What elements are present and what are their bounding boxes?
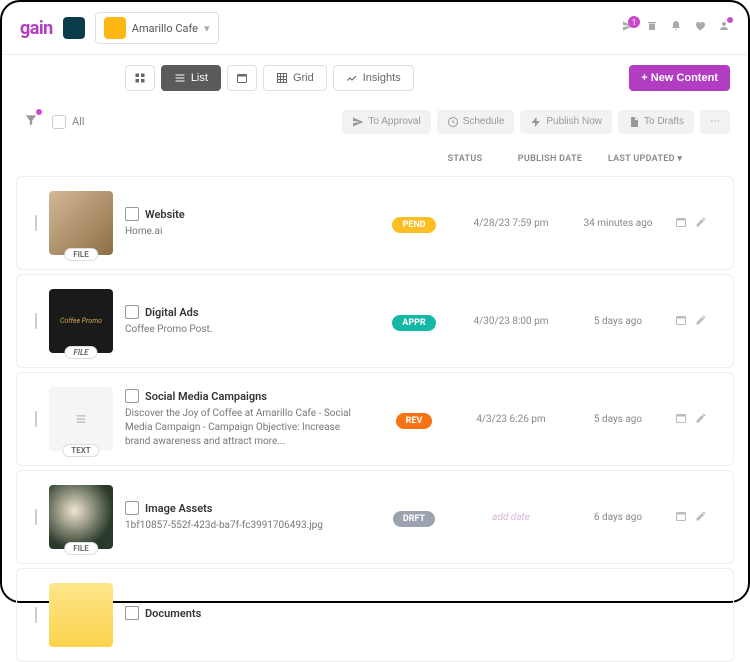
item-title: Discover the Joy of Coffee at Amarillo C… bbox=[125, 407, 367, 449]
filter-actions-row: All To Approval Schedule Publish Now To … bbox=[2, 101, 748, 146]
item-category: Social Media Campaigns bbox=[125, 389, 367, 403]
thumbnail[interactable]: ≡ TEXT bbox=[49, 387, 113, 451]
item-main: Image Assets 1bf10857-552f-423d-ba7f-fc3… bbox=[125, 501, 367, 533]
item-category: Image Assets bbox=[125, 501, 367, 515]
calendar-icon[interactable] bbox=[675, 216, 687, 231]
row-checkbox[interactable] bbox=[35, 608, 37, 622]
bell-icon[interactable] bbox=[670, 20, 682, 36]
item-main: Documents bbox=[125, 606, 715, 624]
thumb-type-tag: TEXT bbox=[62, 444, 99, 457]
chevron-down-icon: ▾ bbox=[204, 22, 210, 35]
last-updated: 5 days ago bbox=[573, 414, 663, 425]
item-main: Website Home.ai bbox=[125, 207, 367, 239]
view-list-button[interactable]: List bbox=[161, 65, 221, 91]
item-category: Digital Ads bbox=[125, 305, 367, 319]
view-toolbar: List Grid Insights + New Content bbox=[2, 55, 748, 101]
item-category: Documents bbox=[125, 606, 715, 620]
thumbnail[interactable]: Coffee Promo FILE bbox=[49, 289, 113, 353]
to-approval-button[interactable]: To Approval bbox=[342, 110, 430, 134]
row-checkbox[interactable] bbox=[35, 412, 37, 426]
thumbnail[interactable]: FILE bbox=[49, 191, 113, 255]
workspace-icon[interactable] bbox=[63, 17, 85, 39]
category-icon bbox=[125, 501, 139, 515]
thumb-type-tag: FILE bbox=[64, 542, 98, 555]
thumb-type-tag: FILE bbox=[64, 248, 98, 261]
row-checkbox[interactable] bbox=[35, 314, 37, 328]
item-category: Website bbox=[125, 207, 367, 221]
content-row[interactable]: Coffee Promo FILE Digital Ads Coffee Pro… bbox=[16, 274, 734, 368]
status-badge: PEND bbox=[392, 217, 435, 233]
category-icon bbox=[125, 606, 139, 620]
content-row[interactable]: FILE Website Home.ai PEND 4/28/23 7:59 p… bbox=[16, 176, 734, 270]
send-icon[interactable]: 1 bbox=[622, 20, 634, 36]
status-badge: REV bbox=[396, 413, 433, 429]
publish-now-button[interactable]: Publish Now bbox=[520, 110, 612, 134]
item-title: Coffee Promo Post. bbox=[125, 323, 367, 337]
table-header: STATUS PUBLISH DATE LAST UPDATED ▾ bbox=[2, 146, 748, 172]
select-all[interactable]: All bbox=[52, 115, 85, 129]
category-icon bbox=[125, 389, 139, 403]
col-publish-date: PUBLISH DATE bbox=[500, 154, 600, 164]
row-checkbox[interactable] bbox=[35, 510, 37, 524]
view-insights-button[interactable]: Insights bbox=[333, 65, 414, 91]
view-grid-button[interactable]: Grid bbox=[263, 65, 327, 91]
publish-date[interactable]: add date bbox=[461, 512, 561, 523]
thumbnail[interactable]: FILE bbox=[49, 485, 113, 549]
last-updated: 6 days ago bbox=[573, 512, 663, 523]
thumbnail[interactable] bbox=[49, 583, 113, 647]
content-row[interactable]: Documents bbox=[16, 568, 734, 662]
calendar-icon[interactable] bbox=[675, 510, 687, 525]
edit-icon[interactable] bbox=[695, 314, 707, 329]
brand-icon bbox=[104, 17, 126, 39]
col-last-updated[interactable]: LAST UPDATED ▾ bbox=[600, 154, 690, 164]
top-header: gain Amarillo Cafe ▾ 1 bbox=[2, 2, 748, 55]
filter-icon[interactable] bbox=[20, 109, 42, 134]
item-title: Home.ai bbox=[125, 225, 367, 239]
publish-date: 4/30/23 8:00 pm bbox=[461, 316, 561, 327]
calendar-icon[interactable] bbox=[675, 412, 687, 427]
status-badge: APPR bbox=[392, 315, 435, 331]
header-actions: 1 bbox=[622, 20, 730, 36]
more-button[interactable]: ⋯ bbox=[700, 110, 730, 134]
items-list: FILE Website Home.ai PEND 4/28/23 7:59 p… bbox=[2, 176, 748, 662]
publish-date: 4/28/23 7:59 pm bbox=[461, 218, 561, 229]
edit-icon[interactable] bbox=[695, 412, 707, 427]
publish-date: 4/3/23 6:26 pm bbox=[461, 414, 561, 425]
view-calendar-button[interactable] bbox=[227, 65, 257, 91]
status-badge: DRFT bbox=[393, 511, 435, 527]
category-icon bbox=[125, 207, 139, 221]
item-main: Digital Ads Coffee Promo Post. bbox=[125, 305, 367, 337]
user-icon[interactable] bbox=[718, 20, 730, 36]
content-row[interactable]: ≡ TEXT Social Media Campaigns Discover t… bbox=[16, 372, 734, 466]
to-drafts-button[interactable]: To Drafts bbox=[618, 110, 694, 134]
row-checkbox[interactable] bbox=[35, 216, 37, 230]
edit-icon[interactable] bbox=[695, 216, 707, 231]
brand-dropdown[interactable]: Amarillo Cafe ▾ bbox=[95, 12, 219, 44]
send-badge: 1 bbox=[628, 16, 640, 28]
item-title: 1bf10857-552f-423d-ba7f-fc3991706493.jpg bbox=[125, 519, 367, 533]
col-status: STATUS bbox=[430, 154, 500, 164]
schedule-button[interactable]: Schedule bbox=[437, 110, 515, 134]
edit-icon[interactable] bbox=[695, 510, 707, 525]
last-updated: 5 days ago bbox=[573, 316, 663, 327]
thumb-type-tag: FILE bbox=[64, 346, 97, 359]
view-thumb-button[interactable] bbox=[125, 65, 155, 91]
brand-name: Amarillo Cafe bbox=[132, 22, 198, 35]
new-content-button[interactable]: + New Content bbox=[629, 65, 730, 91]
heart-icon[interactable] bbox=[694, 20, 706, 36]
last-updated: 34 minutes ago bbox=[573, 218, 663, 229]
trash-icon[interactable] bbox=[646, 20, 658, 36]
content-row[interactable]: FILE Image Assets 1bf10857-552f-423d-ba7… bbox=[16, 470, 734, 564]
calendar-icon[interactable] bbox=[675, 314, 687, 329]
item-main: Social Media Campaigns Discover the Joy … bbox=[125, 389, 367, 449]
logo: gain bbox=[20, 18, 53, 39]
category-icon bbox=[125, 305, 139, 319]
